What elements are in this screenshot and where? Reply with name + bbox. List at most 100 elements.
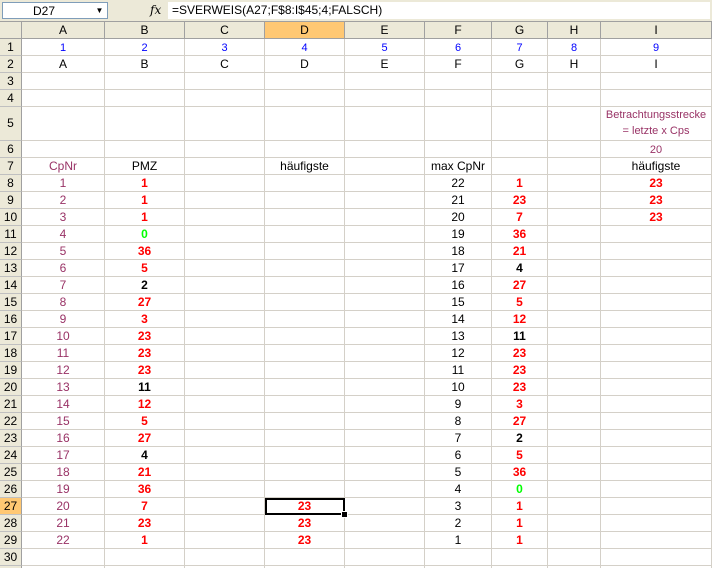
cell-c13[interactable]: [185, 260, 265, 277]
cell-g8[interactable]: 1: [492, 175, 548, 192]
cell-e26[interactable]: [345, 481, 425, 498]
cell-g18[interactable]: 23: [492, 345, 548, 362]
cell-g25[interactable]: 36: [492, 464, 548, 481]
column-header-b[interactable]: B: [105, 22, 185, 39]
row-header-5[interactable]: 5: [0, 107, 22, 141]
row-header-6[interactable]: 6: [0, 141, 22, 158]
cell-i21[interactable]: [601, 396, 712, 413]
row-header-7[interactable]: 7: [0, 158, 22, 175]
cell-i12[interactable]: [601, 243, 712, 260]
cell-h16[interactable]: [548, 311, 601, 328]
row-header-8[interactable]: 8: [0, 175, 22, 192]
cell-c7[interactable]: [185, 158, 265, 175]
cell-a9[interactable]: 2: [22, 192, 105, 209]
cell-h29[interactable]: [548, 532, 601, 549]
cell-e27[interactable]: [345, 498, 425, 515]
cell-d9[interactable]: [265, 192, 345, 209]
cell-h10[interactable]: [548, 209, 601, 226]
cell-d8[interactable]: [265, 175, 345, 192]
cell-e6[interactable]: [345, 141, 425, 158]
cell-d12[interactable]: [265, 243, 345, 260]
row-header-21[interactable]: 21: [0, 396, 22, 413]
cell-c4[interactable]: [185, 90, 265, 107]
cell-d6[interactable]: [265, 141, 345, 158]
cell-f13[interactable]: 17: [425, 260, 492, 277]
cell-b18[interactable]: 23: [105, 345, 185, 362]
cell-h23[interactable]: [548, 430, 601, 447]
cell-f4[interactable]: [425, 90, 492, 107]
cell-b6[interactable]: [105, 141, 185, 158]
cell-c20[interactable]: [185, 379, 265, 396]
cell-i8[interactable]: 23: [601, 175, 712, 192]
cell-a13[interactable]: 6: [22, 260, 105, 277]
cell-e2[interactable]: E: [345, 56, 425, 73]
cell-c2[interactable]: C: [185, 56, 265, 73]
row-header-22[interactable]: 22: [0, 413, 22, 430]
cell-h24[interactable]: [548, 447, 601, 464]
cell-e12[interactable]: [345, 243, 425, 260]
cell-c17[interactable]: [185, 328, 265, 345]
cell-d13[interactable]: [265, 260, 345, 277]
cell-e5[interactable]: [345, 107, 425, 141]
cell-b19[interactable]: 23: [105, 362, 185, 379]
fill-handle[interactable]: [341, 511, 348, 518]
row-header-15[interactable]: 15: [0, 294, 22, 311]
column-header-c[interactable]: C: [185, 22, 265, 39]
cell-f23[interactable]: 7: [425, 430, 492, 447]
row-header-17[interactable]: 17: [0, 328, 22, 345]
cell-e15[interactable]: [345, 294, 425, 311]
cell-g22[interactable]: 27: [492, 413, 548, 430]
cell-i1[interactable]: 9: [601, 39, 712, 56]
cell-d29[interactable]: 23: [265, 532, 345, 549]
cell-g20[interactable]: 23: [492, 379, 548, 396]
cell-g7[interactable]: [492, 158, 548, 175]
cell-d21[interactable]: [265, 396, 345, 413]
row-header-4[interactable]: 4: [0, 90, 22, 107]
cell-d5[interactable]: [265, 107, 345, 141]
column-header-f[interactable]: F: [425, 22, 492, 39]
cell-e13[interactable]: [345, 260, 425, 277]
cell-c21[interactable]: [185, 396, 265, 413]
cell-e7[interactable]: [345, 158, 425, 175]
cell-i6[interactable]: 20: [601, 141, 712, 158]
cell-f22[interactable]: 8: [425, 413, 492, 430]
cell-b23[interactable]: 27: [105, 430, 185, 447]
cell-g26[interactable]: 0: [492, 481, 548, 498]
cell-b13[interactable]: 5: [105, 260, 185, 277]
cell-i4[interactable]: [601, 90, 712, 107]
cell-e11[interactable]: [345, 226, 425, 243]
cell-h22[interactable]: [548, 413, 601, 430]
cell-g5[interactable]: [492, 107, 548, 141]
cell-a23[interactable]: 16: [22, 430, 105, 447]
cell-e20[interactable]: [345, 379, 425, 396]
cell-e4[interactable]: [345, 90, 425, 107]
cell-d23[interactable]: [265, 430, 345, 447]
cell-g30[interactable]: [492, 549, 548, 566]
cell-d1[interactable]: 4: [265, 39, 345, 56]
cell-h20[interactable]: [548, 379, 601, 396]
cell-f5[interactable]: [425, 107, 492, 141]
cell-f3[interactable]: [425, 73, 492, 90]
row-header-9[interactable]: 9: [0, 192, 22, 209]
name-box[interactable]: D27 ▼: [2, 2, 108, 19]
cell-f29[interactable]: 1: [425, 532, 492, 549]
cell-g14[interactable]: 27: [492, 277, 548, 294]
cell-f15[interactable]: 15: [425, 294, 492, 311]
cell-i23[interactable]: [601, 430, 712, 447]
cell-h30[interactable]: [548, 549, 601, 566]
select-all-corner[interactable]: [0, 22, 22, 39]
cell-f24[interactable]: 6: [425, 447, 492, 464]
cell-f26[interactable]: 4: [425, 481, 492, 498]
column-header-e[interactable]: E: [345, 22, 425, 39]
cell-i15[interactable]: [601, 294, 712, 311]
cell-e24[interactable]: [345, 447, 425, 464]
cell-e25[interactable]: [345, 464, 425, 481]
cell-c30[interactable]: [185, 549, 265, 566]
cell-c22[interactable]: [185, 413, 265, 430]
cell-g27[interactable]: 1: [492, 498, 548, 515]
cell-d20[interactable]: [265, 379, 345, 396]
cell-b26[interactable]: 36: [105, 481, 185, 498]
cell-h9[interactable]: [548, 192, 601, 209]
cell-b15[interactable]: 27: [105, 294, 185, 311]
cell-c5[interactable]: [185, 107, 265, 141]
